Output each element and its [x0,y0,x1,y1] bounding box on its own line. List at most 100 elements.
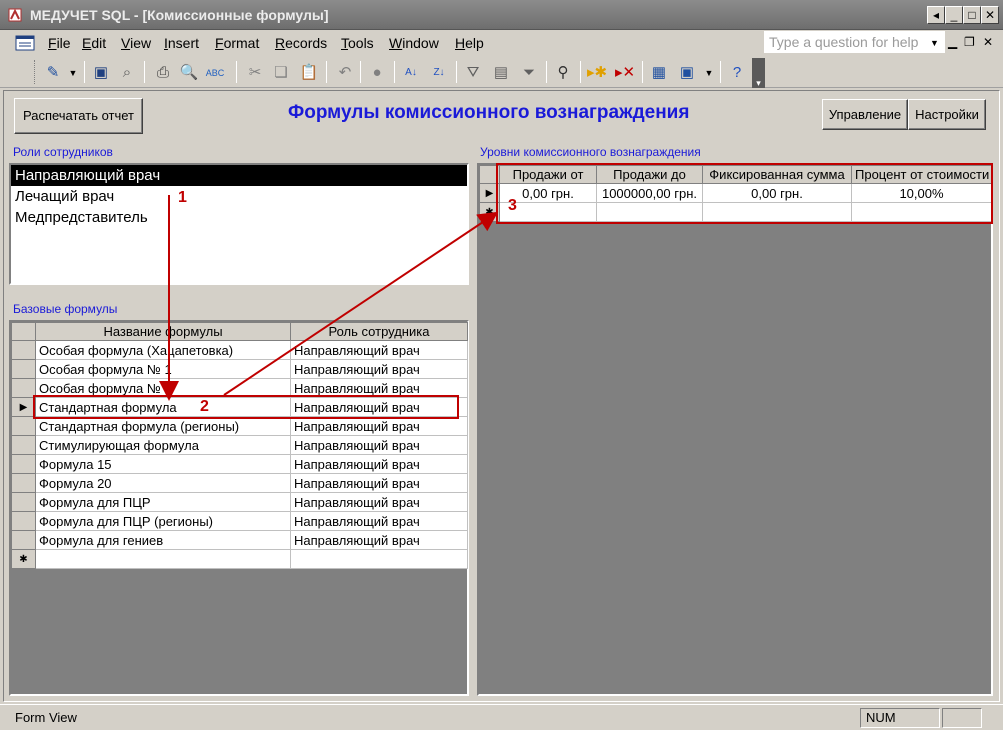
filter-by-selection-icon[interactable]: ⛛ [462,62,484,84]
view-dropdown-icon[interactable]: ▼ [62,62,84,84]
copy-icon[interactable]: ❏ [270,62,292,84]
table-row[interactable]: Формула 20 Направляющий врач [11,473,468,493]
column-header-formula-name[interactable]: Название формулы [35,322,291,341]
menu-format[interactable]: Format [215,35,259,51]
search-file-icon[interactable]: ⌕ [116,62,138,84]
role-cell[interactable]: Направляющий врач [290,454,468,474]
formula-name-cell[interactable]: Стимулирующая формула [35,435,291,455]
spelling-icon[interactable]: ABC [204,62,226,84]
formula-name-cell[interactable]: Формула 15 [35,454,291,474]
record-selector[interactable] [11,473,36,493]
undo-icon[interactable]: ↶ [334,62,356,84]
role-item[interactable]: Лечащий врач [11,186,467,207]
menu-tools[interactable]: Tools [341,35,374,51]
role-cell[interactable]: Направляющий врач [290,359,468,379]
table-row[interactable]: Формула для ПЦР Направляющий врач [11,492,468,512]
table-row[interactable]: Стимулирующая формула Направляющий врач [11,435,468,455]
hyperlink-icon[interactable]: ● [366,62,388,84]
design-view-icon[interactable]: ✎ [42,62,64,84]
record-selector[interactable] [11,340,36,360]
table-row[interactable]: Особая формула (Хацапетовка) Направляющий… [11,340,468,360]
print-report-button[interactable]: Распечатать отчет [14,98,143,134]
form-window-icon[interactable] [14,34,36,52]
menu-help[interactable]: Help [455,35,484,51]
child-minimize-icon[interactable]: ▁ [948,35,957,49]
table-row[interactable]: Формула для гениев Направляющий врач [11,530,468,550]
database-window-icon[interactable]: ▦ [648,62,670,84]
role-cell[interactable]: Направляющий врач [290,511,468,531]
cut-icon[interactable]: ✂ [244,62,266,84]
highlight-box-formula [33,395,459,419]
role-cell[interactable]: Направляющий врач [290,492,468,512]
table-row[interactable]: Особая формула № 1 Направляющий врач [11,359,468,379]
formula-name-cell[interactable]: Формула для ПЦР [35,492,291,512]
record-selector[interactable] [11,511,36,531]
save-icon[interactable]: ▣ [90,62,112,84]
record-selector[interactable] [11,416,36,436]
formula-name-cell[interactable]: Формула для ПЦР (регионы) [35,511,291,531]
new-record-row[interactable]: ✱ [11,549,468,569]
close-button[interactable]: ✕ [981,6,999,24]
record-selector[interactable] [11,492,36,512]
role-cell[interactable]: Направляющий врач [290,473,468,493]
help-icon[interactable]: ? [726,62,748,84]
manage-button[interactable]: Управление [822,99,908,130]
maximize-button[interactable]: □ [963,6,981,24]
role-item[interactable]: Направляющий врач [11,165,467,186]
delete-record-icon[interactable]: ▸✕ [614,62,636,84]
table-row[interactable]: Формула для ПЦР (регионы) Направляющий вр… [11,511,468,531]
formula-name-cell[interactable]: Особая формула (Хацапетовка) [35,340,291,360]
toolbar-grip[interactable] [34,60,37,84]
new-record-icon[interactable]: ▸✱ [586,62,608,84]
grid-corner[interactable] [11,322,36,341]
prev-window-button[interactable]: ◂ [927,6,945,24]
record-selector[interactable] [11,359,36,379]
filter-by-form-icon[interactable]: ▤ [490,62,512,84]
print-icon[interactable]: ⎙ [152,62,174,84]
settings-button[interactable]: Настройки [908,99,986,130]
formula-name-cell[interactable]: Формула для гениев [35,530,291,550]
child-restore-icon[interactable]: ❐ [964,35,975,49]
record-selector[interactable] [11,454,36,474]
role-cell[interactable]: Направляющий врач [290,435,468,455]
role-cell[interactable]: Направляющий врач [290,530,468,550]
formulas-grid[interactable]: Название формулы Роль сотрудника Особая … [9,320,469,696]
paste-icon[interactable]: 📋 [298,62,320,84]
formula-name-cell[interactable]: Стандартная формула (регионы) [35,416,291,436]
toolbar-options-icon[interactable]: ▾ [752,58,765,88]
roles-list[interactable]: Направляющий врач Лечащий врач Медпредст… [9,163,469,285]
formula-name-cell[interactable]: Формула 20 [35,473,291,493]
child-close-icon[interactable]: ✕ [983,35,993,49]
help-dropdown-icon[interactable]: ▼ [930,38,939,48]
table-row[interactable]: Стандартная формула (регионы) Направляющи… [11,416,468,436]
new-object-icon[interactable]: ▣ [676,62,698,84]
sort-descending-icon[interactable]: Z↓ [428,62,450,84]
print-preview-icon[interactable]: 🔍 [178,62,200,84]
role-item[interactable]: Медпредставитель [11,207,467,228]
levels-grid[interactable]: Продажи от Продажи до Фиксированная сумм… [477,163,993,696]
formulas-label: Базовые формулы [13,302,118,316]
role-cell[interactable]: Направляющий врач [290,340,468,360]
record-selector[interactable] [11,435,36,455]
role-cell[interactable]: Направляющий врач [290,416,468,436]
help-question-input[interactable]: Type a question for help [764,31,945,53]
record-selector[interactable] [11,378,36,398]
highlight-box-levels [496,163,993,224]
menu-edit[interactable]: Edit [82,35,106,51]
record-selector[interactable] [11,530,36,550]
column-header-role[interactable]: Роль сотрудника [290,322,468,341]
apply-filter-icon[interactable]: ⏷ [518,62,540,84]
table-row[interactable]: Формула 15 Направляющий врач [11,454,468,474]
new-record-icon[interactable]: ✱ [11,549,36,569]
menu-insert[interactable]: Insert [164,35,199,51]
formula-name-cell[interactable]: Особая формула № 1 [35,359,291,379]
menu-view[interactable]: View [121,35,151,51]
sort-ascending-icon[interactable]: A↓ [400,62,422,84]
minimize-button[interactable]: _ [945,6,963,24]
menu-file[interactable]: File [48,35,71,51]
find-icon[interactable]: ⚲ [552,62,574,84]
menu-window[interactable]: Window [389,35,439,51]
new-object-dropdown-icon[interactable]: ▼ [698,62,720,84]
menu-records[interactable]: Records [275,35,327,51]
current-record-icon[interactable]: ▶ [11,397,36,417]
